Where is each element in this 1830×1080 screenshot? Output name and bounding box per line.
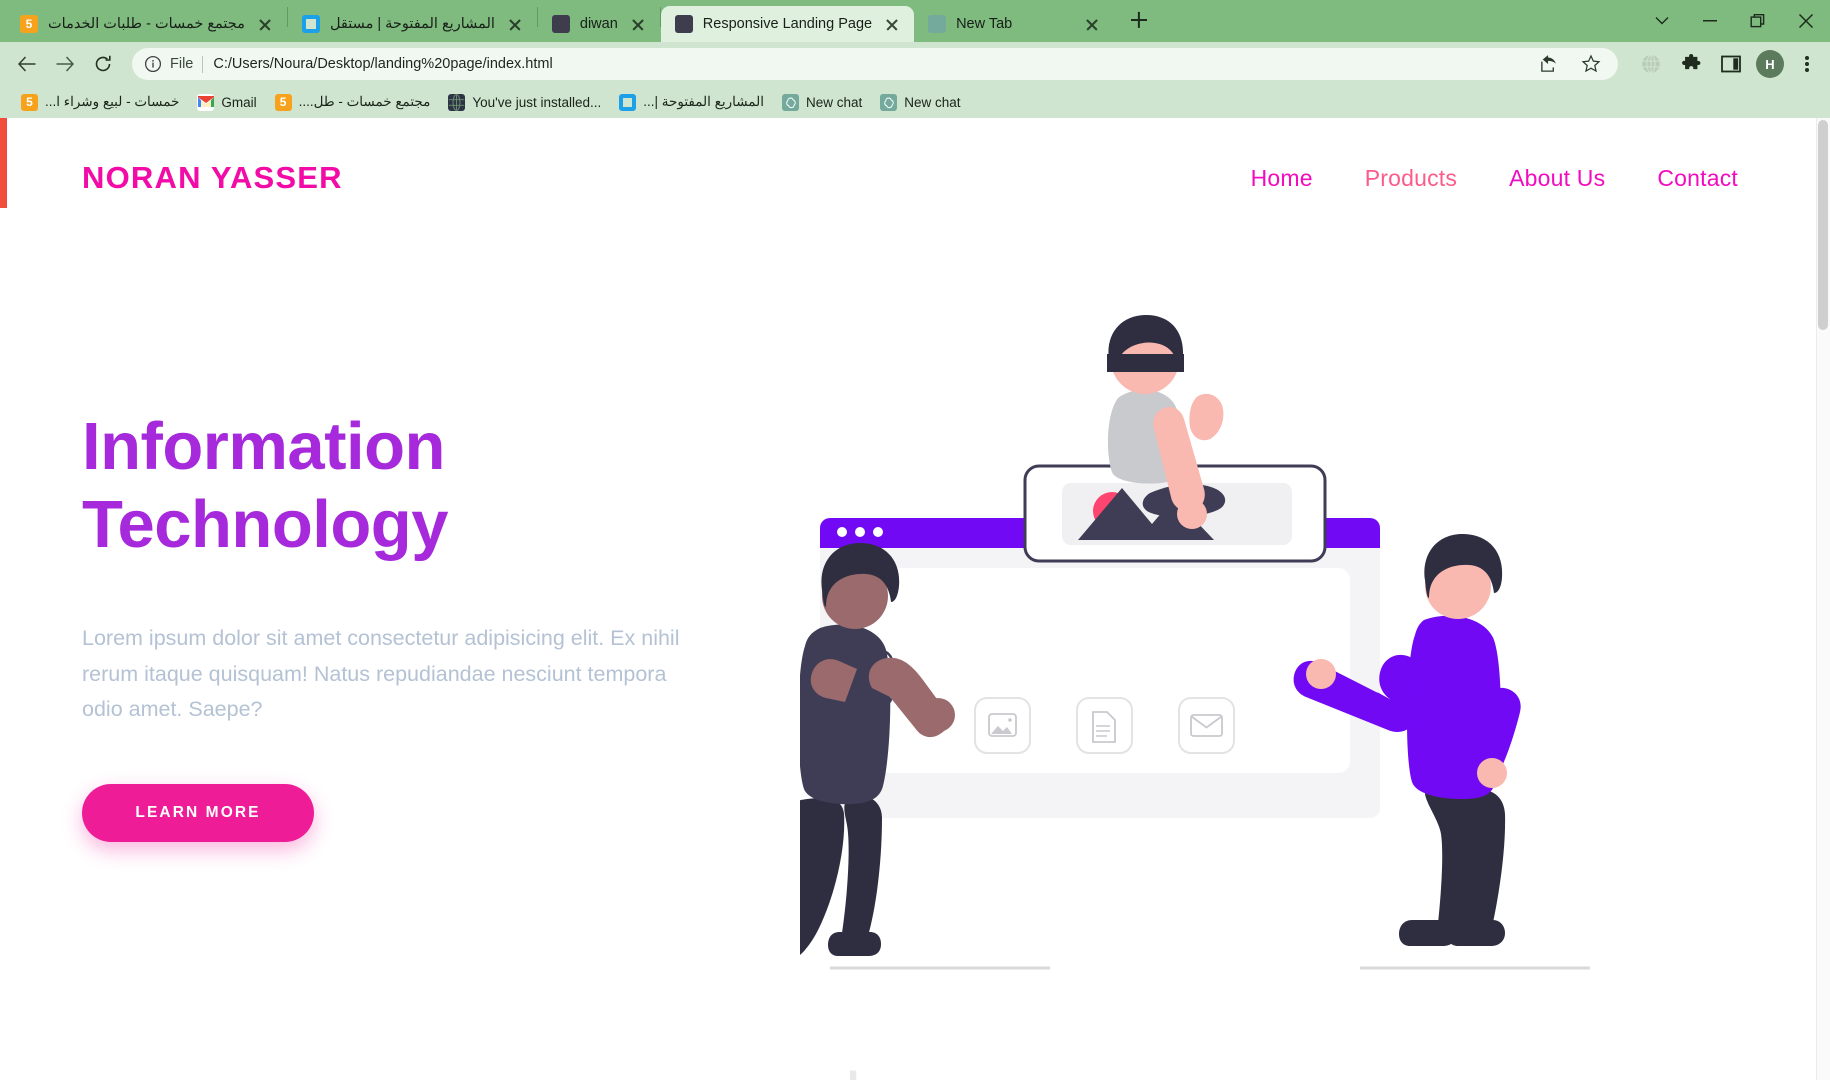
learn-more-button[interactable]: LEARN MORE <box>82 783 314 842</box>
nav-link-products[interactable]: Products <box>1365 165 1457 192</box>
tab-new-tab[interactable]: New Tab <box>914 6 1114 42</box>
tab-close-icon[interactable] <box>1082 14 1102 34</box>
bookmark-just-installed[interactable]: You've just installed... <box>439 89 610 115</box>
maximize-restore-icon[interactable] <box>1734 0 1782 42</box>
site-header: NORAN YASSER Home Products About Us Cont… <box>0 118 1816 238</box>
bookmark-star-icon[interactable] <box>1576 49 1606 79</box>
new-tab-button[interactable] <box>1122 3 1156 37</box>
url-text: C:/Users/Noura/Desktop/landing%20page/in… <box>213 56 553 72</box>
mostaql-ring-icon <box>619 93 637 111</box>
tab-strip: 5 مجتمع خمسات - طلبات الخدمات المشاريع ا… <box>6 0 1160 42</box>
profile-avatar[interactable]: H <box>1756 50 1784 78</box>
tab-close-icon[interactable] <box>255 14 275 34</box>
hero-illustration <box>724 268 1600 1008</box>
bookmark-khamsat-community[interactable]: 5 مجتمع خمسات - طل.... <box>266 89 440 115</box>
close-window-icon[interactable] <box>1782 0 1830 42</box>
side-panel-icon[interactable] <box>1716 49 1746 79</box>
address-bar[interactable]: File C:/Users/Noura/Desktop/landing%20pa… <box>132 48 1618 80</box>
bookmarks-bar: 5 خمسات - لبيع وشراء ا... Gmail 5 مجتمع … <box>0 86 1830 118</box>
tab-close-icon[interactable] <box>505 14 525 34</box>
bookmark-label: New chat <box>904 94 961 110</box>
browser-toolbar: File C:/Users/Noura/Desktop/landing%20pa… <box>0 42 1830 86</box>
watermark-arabic: مستقل <box>690 1068 1110 1080</box>
bookmark-label: You've just installed... <box>472 94 602 110</box>
share-icon[interactable] <box>1534 49 1564 79</box>
page-scrollbar[interactable] <box>1816 118 1830 1080</box>
back-button[interactable] <box>10 47 44 81</box>
bookmark-label: المشاريع المفتوحة |... <box>643 94 764 109</box>
tab-close-icon[interactable] <box>882 14 902 34</box>
window-controls <box>1638 0 1830 42</box>
hero-content: Information Technology Lorem ipsum dolor… <box>82 408 732 842</box>
khamsat-5-icon: 5 <box>274 93 292 111</box>
gmail-icon <box>197 93 215 111</box>
tab-khamsat-services[interactable]: 5 مجتمع خمسات - طلبات الخدمات <box>6 6 287 42</box>
forward-button[interactable] <box>48 47 82 81</box>
tab-title: المشاريع المفتوحة | مستقل <box>329 16 495 32</box>
browser-window: 5 مجتمع خمسات - طلبات الخدمات المشاريع ا… <box>0 0 1830 1080</box>
tab-title: diwan <box>579 16 618 32</box>
bookmark-new-chat-1[interactable]: New chat <box>773 89 871 115</box>
tab-mostaql-projects[interactable]: المشاريع المفتوحة | مستقل <box>288 6 537 42</box>
browser-titlebar: 5 مجتمع خمسات - طلبات الخدمات المشاريع ا… <box>0 0 1830 42</box>
url-scheme-label: File <box>170 56 194 72</box>
site-navigation: Home Products About Us Contact <box>1251 165 1738 192</box>
earth-icon <box>448 93 466 111</box>
hero-title-line-1: Information <box>82 409 445 484</box>
extensions-puzzle-icon[interactable] <box>1676 49 1706 79</box>
mostaql-watermark: مستقل mostaql.com <box>690 1068 1110 1080</box>
illustration-icon-tiles <box>974 697 1235 754</box>
bookmark-label: New chat <box>805 94 863 110</box>
hero-title: Information Technology <box>82 408 732 563</box>
bookmark-label: خمسات - لبيع وشراء ا... <box>45 94 180 109</box>
reload-button[interactable] <box>86 47 120 81</box>
minimize-icon[interactable] <box>1686 0 1734 42</box>
omnibox-divider <box>202 55 204 73</box>
tab-title: New Tab <box>956 16 1013 32</box>
chrome-icon <box>928 15 947 33</box>
bookmark-khamsat-sell-buy[interactable]: 5 خمسات - لبيع وشراء ا... <box>12 89 188 115</box>
nav-link-contact[interactable]: Contact <box>1657 165 1738 192</box>
tab-title: Responsive Landing Page <box>702 16 873 32</box>
tab-close-icon[interactable] <box>628 14 648 34</box>
page-viewport: NORAN YASSER Home Products About Us Cont… <box>0 118 1830 1080</box>
globe-dark-icon <box>674 15 693 33</box>
bookmark-label: مجتمع خمسات - طل.... <box>298 94 431 109</box>
nav-link-about-us[interactable]: About Us <box>1509 165 1605 192</box>
toolbar-right-icons: H <box>1630 49 1820 79</box>
bookmark-new-chat-2[interactable]: New chat <box>871 89 969 115</box>
nav-link-home[interactable]: Home <box>1251 165 1313 192</box>
bookmark-mostaql-open-projects[interactable]: المشاريع المفتوحة |... <box>610 89 773 115</box>
bookmark-label: Gmail <box>221 94 257 110</box>
tab-diwan[interactable]: diwan <box>538 6 660 42</box>
translate-globe-icon[interactable] <box>1636 49 1666 79</box>
tab-search-chevron-down-icon[interactable] <box>1638 0 1686 42</box>
bookmark-gmail[interactable]: Gmail <box>188 89 265 115</box>
mostaql-ring-icon <box>301 15 320 33</box>
globe-dark-icon <box>551 15 570 33</box>
info-circle-icon[interactable] <box>144 55 162 73</box>
scrollbar-thumb[interactable] <box>1818 120 1828 330</box>
hero-paragraph: Lorem ipsum dolor sit amet consectetur a… <box>82 626 680 722</box>
khamsat-5-icon: 5 <box>21 93 38 111</box>
tab-title: مجتمع خمسات - طلبات الخدمات <box>48 16 245 32</box>
chrome-menu-icon[interactable] <box>1794 49 1820 79</box>
tab-responsive-landing-page[interactable]: Responsive Landing Page <box>660 6 915 42</box>
hero-title-line-2: Technology <box>82 486 449 562</box>
khamsat-5-icon: 5 <box>20 15 38 33</box>
chatgpt-icon <box>880 93 898 111</box>
chatgpt-icon <box>781 93 799 111</box>
site-logo[interactable]: NORAN YASSER <box>82 160 343 196</box>
